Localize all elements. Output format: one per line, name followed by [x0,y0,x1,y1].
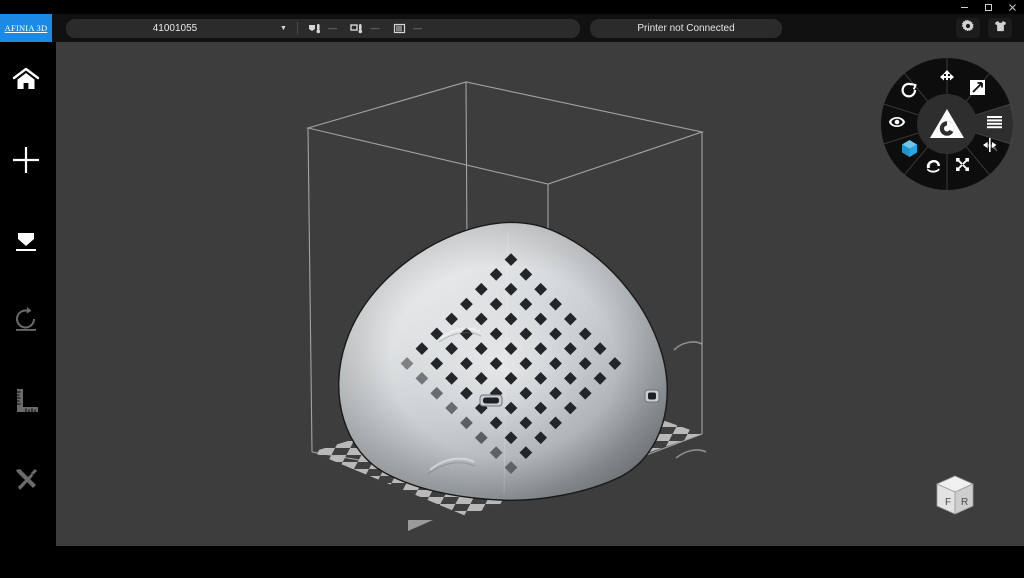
radial-navigation-wheel[interactable] [881,58,1013,190]
nozzle-temperature-value: — [327,23,337,33]
plus-icon [10,144,42,181]
close-icon[interactable] [1000,0,1024,14]
origin-triangle-marker [408,520,433,531]
ruler-icon [11,385,41,420]
application-window: AFINIA 3D 41001055 ▼ — — — Printer not C… [0,0,1024,578]
sidebar-item-place-on-platform[interactable] [0,202,52,282]
strap-slot-left [479,394,503,407]
shirt-icon [993,19,1008,38]
wheel-mirror-icon [983,138,997,152]
view-orientation-cube[interactable]: F R [929,470,981,522]
bed-temperature-stat: — [350,22,379,35]
bed-temperature-value: — [370,23,379,33]
wheel-eye-icon [889,117,905,127]
tools-icon [11,465,41,500]
wheel-cube-icon [902,140,917,157]
bed-temperature-icon [350,22,363,35]
chevron-down-icon[interactable]: ▼ [280,25,287,32]
wheel-scale-icon [970,80,985,95]
sidebar-item-add-model[interactable] [0,122,52,202]
printer-status-badge: Printer not Connected [590,18,782,38]
bottom-bar [0,546,1024,578]
3d-viewport[interactable]: F R [56,42,1024,546]
place-on-platform-icon [11,225,41,260]
divider [296,22,298,34]
sidebar-item-home[interactable] [0,42,52,122]
wheel-layers-icon [987,116,1002,129]
gear-icon [961,19,975,38]
maximize-icon[interactable] [976,0,1000,14]
face-mask-model [338,221,707,501]
sidebar-item-scale[interactable] [0,362,52,442]
left-sidebar [0,42,52,578]
sidebar-item-rotate[interactable] [0,282,52,362]
afinia-logo: AFINIA 3D [0,14,52,42]
material-spool-value: — [412,23,422,33]
3d-scene [305,81,707,531]
rotate-icon [11,305,41,340]
wheel-collapse-icon [956,158,969,171]
toolbar-right-actions [956,18,1024,38]
home-icon [11,65,41,100]
wheel-move-icon [940,70,954,81]
minimize-icon[interactable] [952,0,976,14]
material-spool-stat: — [393,22,422,35]
wheel-hand-icon [926,160,940,173]
sidebar-item-tools[interactable] [0,442,52,522]
settings-button[interactable] [956,18,980,38]
wheel-rotate-icon [901,82,917,98]
title-bar [0,0,1024,14]
nozzle-temperature-icon [308,22,321,35]
strap-slot-right [644,389,660,403]
printer-profile-value: 41001055 [152,22,198,34]
top-toolbar: AFINIA 3D 41001055 ▼ — — — Printer not C… [0,14,1024,42]
viewcube-front-label: F [945,497,951,508]
material-spool-icon [393,22,406,35]
viewcube-right-label: R [961,497,968,508]
material-button[interactable] [988,18,1012,38]
nozzle-temperature-stat: — [308,22,337,35]
printer-profile-bar[interactable]: 41001055 ▼ — — — [66,18,580,38]
